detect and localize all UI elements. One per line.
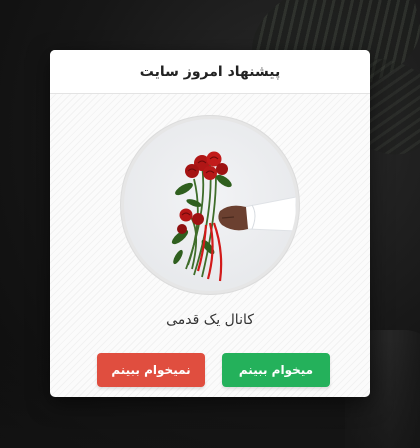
decline-button[interactable]: نمیخوام ببینم xyxy=(97,353,205,387)
bouquet-illustration xyxy=(171,151,296,282)
accept-button[interactable]: میخوام ببینم xyxy=(222,353,330,387)
product-image-frame xyxy=(120,115,300,295)
channel-caption: کانال یک قدمی xyxy=(166,312,254,328)
modal-title: پیشنهاد امروز سایت xyxy=(139,63,281,80)
bouquet-image xyxy=(124,119,296,291)
modal-header: پیشنهاد امروز سایت xyxy=(50,50,370,94)
offer-modal: پیشنهاد امروز سایت کانال یک قدمی میخوام … xyxy=(50,50,370,397)
